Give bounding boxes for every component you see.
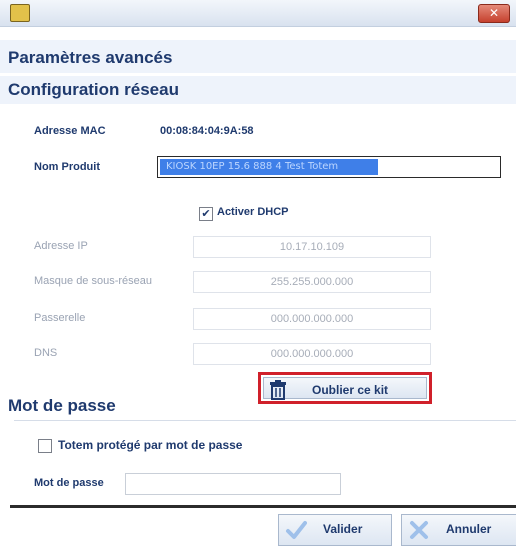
check-icon xyxy=(286,521,307,539)
footer-divider xyxy=(10,505,516,508)
cancel-label: Annuler xyxy=(446,522,492,536)
app-icon xyxy=(10,4,30,22)
trash-icon xyxy=(270,380,286,400)
page-title: Paramètres avancés xyxy=(8,48,173,67)
dhcp-checkbox[interactable]: ✔ xyxy=(199,207,213,221)
dns-field[interactable]: 000.000.000.000 xyxy=(193,343,431,365)
mac-value: 00:08:84:04:9A:58 xyxy=(160,125,254,137)
gateway-field[interactable]: 000.000.000.000 xyxy=(193,308,431,330)
password-protect-label: Totem protégé par mot de passe xyxy=(58,438,243,452)
product-label: Nom Produit xyxy=(34,161,100,173)
ip-label: Adresse IP xyxy=(34,240,88,252)
checkmark-icon: ✔ xyxy=(201,207,211,220)
mask-label: Masque de sous-réseau xyxy=(34,275,153,287)
network-section-header: Configuration réseau xyxy=(0,76,516,104)
page-header: Paramètres avancés xyxy=(0,40,516,73)
x-icon xyxy=(410,521,428,539)
password-section-title: Mot de passe xyxy=(8,396,116,415)
section-divider xyxy=(14,420,516,421)
dns-label: DNS xyxy=(34,347,58,359)
cancel-button[interactable]: Annuler xyxy=(401,514,516,546)
validate-button[interactable]: Valider xyxy=(278,514,392,546)
title-bar: ✕ xyxy=(0,0,516,27)
password-input[interactable] xyxy=(125,473,341,495)
product-name-value: KIOSK 10EP 15.6 888 4 Test Totem xyxy=(160,159,378,175)
subnet-mask-field[interactable]: 255.255.000.000 xyxy=(193,271,431,293)
dhcp-label: Activer DHCP xyxy=(217,206,289,218)
mac-label: Adresse MAC xyxy=(34,125,106,137)
forget-kit-highlight: Oublier ce kit xyxy=(258,372,432,404)
product-name-input[interactable]: KIOSK 10EP 15.6 888 4 Test Totem xyxy=(157,156,501,178)
close-button[interactable]: ✕ xyxy=(478,4,510,23)
network-section-title: Configuration réseau xyxy=(8,80,179,99)
password-protect-checkbox[interactable] xyxy=(38,439,52,453)
close-icon: ✕ xyxy=(488,6,500,20)
password-label: Mot de passe xyxy=(34,477,104,489)
forget-kit-label: Oublier ce kit xyxy=(312,383,389,397)
ip-field[interactable]: 10.17.10.109 xyxy=(193,236,431,258)
forget-kit-button[interactable]: Oublier ce kit xyxy=(263,377,427,400)
validate-label: Valider xyxy=(323,522,363,536)
gateway-label: Passerelle xyxy=(34,312,86,324)
